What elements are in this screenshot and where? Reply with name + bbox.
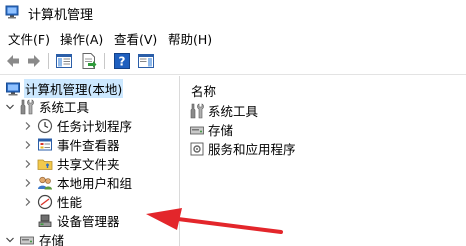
menu-help[interactable]: 帮助(H) (166, 29, 214, 48)
list-item-label: 系统工具 (208, 104, 259, 119)
toolbar-separator (104, 53, 105, 69)
services-icon (190, 142, 204, 155)
svg-text:?: ? (119, 55, 126, 69)
tree-item-performance[interactable]: 性能 (23, 192, 83, 211)
tree-item-device-manager[interactable]: 设备管理器 (37, 211, 121, 230)
chevron-right-icon[interactable] (23, 159, 33, 169)
toolbar: ? (0, 48, 466, 75)
menu-action[interactable]: 操作(A) (58, 29, 105, 48)
tree-item-local-users[interactable]: 本地用户和组 (23, 173, 133, 192)
chevron-right-icon[interactable] (23, 178, 33, 188)
toolbar-separator (48, 53, 49, 69)
system-tools-icon (20, 99, 34, 114)
show-hide-tree-icon[interactable] (55, 52, 73, 70)
storage-icon (20, 236, 34, 244)
console-tree: 计算机管理(本地) 系统工具 任务计划程序 事件查看器 共享文件夹 本地用户和组… (0, 76, 180, 246)
system-tools-icon (190, 103, 204, 118)
export-list-icon[interactable] (80, 52, 98, 70)
list-item-storage[interactable]: 存储 (189, 120, 233, 139)
back-arrow-icon[interactable] (4, 52, 22, 70)
list-item-system-tools[interactable]: 系统工具 (189, 101, 258, 120)
content-pane: 名称 系统工具 存储 服务和应用程序 (181, 76, 466, 246)
tree-item-event-viewer-label: 事件查看器 (57, 138, 120, 153)
chevron-down-icon[interactable] (5, 235, 15, 245)
menu-file[interactable]: 文件(F) (6, 29, 52, 48)
tree-item-local-users-label: 本地用户和组 (57, 176, 133, 191)
clock-icon (37, 118, 53, 133)
tree-item-system-tools-label: 系统工具 (39, 100, 90, 115)
show-hide-action-pane-icon[interactable] (137, 52, 155, 70)
event-viewer-icon (38, 138, 52, 150)
tree-item-task-scheduler[interactable]: 任务计划程序 (23, 116, 133, 135)
list-item-label: 存储 (208, 123, 234, 138)
tree-item-shared-folders[interactable]: 共享文件夹 (23, 154, 121, 173)
list-item-label: 服务和应用程序 (208, 142, 296, 157)
users-icon (38, 176, 52, 189)
performance-icon (37, 194, 53, 209)
device-manager-icon (38, 214, 52, 227)
title-bar: 计算机管理 (0, 0, 466, 26)
computer-management-icon (6, 82, 20, 95)
help-icon[interactable]: ? (113, 52, 131, 70)
tree-item-root-label: 计算机管理(本地) (24, 79, 124, 98)
chevron-down-icon[interactable] (5, 102, 15, 112)
tree-item-shared-folders-label: 共享文件夹 (57, 157, 120, 172)
menu-view[interactable]: 查看(V) (112, 29, 159, 48)
shared-folder-icon (37, 159, 53, 170)
tree-item-system-tools[interactable]: 系统工具 (5, 97, 90, 116)
chevron-right-icon[interactable] (23, 197, 33, 207)
tree-item-storage[interactable]: 存储 (5, 230, 65, 246)
list-item-services-apps[interactable]: 服务和应用程序 (189, 139, 296, 158)
tree-item-root[interactable]: 计算机管理(本地) (5, 79, 124, 98)
tree-item-performance-label: 性能 (57, 195, 83, 210)
tree-item-event-viewer[interactable]: 事件查看器 (23, 135, 121, 154)
chevron-right-icon[interactable] (23, 121, 33, 131)
tree-item-device-manager-label: 设备管理器 (57, 214, 120, 229)
tree-item-storage-label: 存储 (39, 233, 65, 246)
storage-icon (190, 126, 204, 134)
forward-arrow-icon[interactable] (25, 52, 43, 70)
window-title: 计算机管理 (28, 8, 94, 23)
computer-management-icon (5, 5, 19, 19)
tree-item-task-scheduler-label: 任务计划程序 (57, 119, 133, 134)
chevron-right-icon[interactable] (23, 140, 33, 150)
column-header-name[interactable]: 名称 (191, 81, 216, 100)
menu-bar: 文件(F) 操作(A) 查看(V) 帮助(H) (0, 26, 466, 48)
